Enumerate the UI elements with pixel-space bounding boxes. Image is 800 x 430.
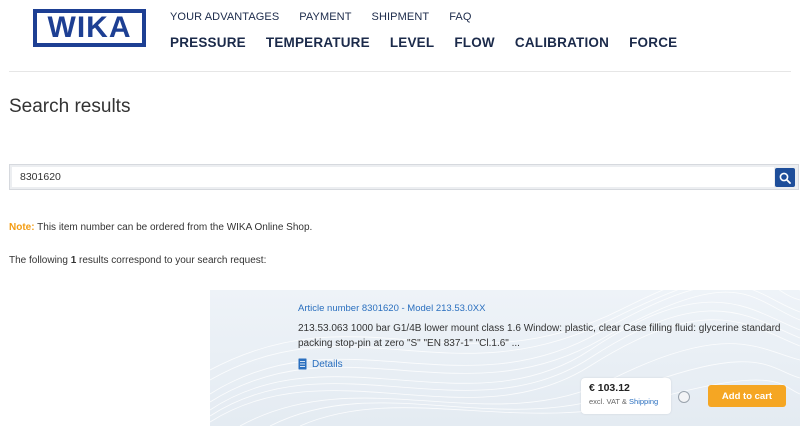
result-card: Article number 8301620 - Model 213.53.0X… bbox=[210, 290, 800, 426]
select-radio[interactable] bbox=[678, 391, 690, 403]
document-icon bbox=[298, 358, 307, 370]
note-text: This item number can be ordered from the… bbox=[34, 222, 313, 233]
price-box: € 103.12 excl. VAT & Shipping bbox=[581, 378, 671, 414]
search-icon bbox=[779, 172, 791, 184]
top-nav: YOUR ADVANTAGES PAYMENT SHIPMENT FAQ bbox=[170, 11, 472, 23]
header-divider bbox=[9, 71, 791, 72]
logo-inner: WIKA bbox=[41, 11, 138, 44]
note-label: Note: bbox=[9, 222, 35, 233]
page-title: Search results bbox=[9, 96, 131, 117]
wika-logo[interactable]: WIKA bbox=[33, 9, 146, 47]
search-input[interactable] bbox=[12, 167, 774, 187]
results-count: The following 1 results correspond to yo… bbox=[9, 255, 266, 266]
search-button[interactable] bbox=[775, 168, 795, 187]
price-value: € 103.12 bbox=[589, 382, 630, 394]
price-note-text: excl. VAT & bbox=[589, 397, 630, 406]
nav-your-advantages[interactable]: YOUR ADVANTAGES bbox=[170, 11, 279, 23]
article-description: 213.53.063 1000 bar G1/4B lower mount cl… bbox=[298, 323, 781, 349]
shipping-link[interactable]: Shipping bbox=[629, 397, 658, 406]
nav-faq[interactable]: FAQ bbox=[449, 11, 471, 23]
shop-note: Note: This item number can be ordered fr… bbox=[9, 222, 312, 233]
details-label: Details bbox=[312, 358, 343, 370]
logo-text: WIKA bbox=[47, 11, 132, 44]
nav-flow[interactable]: FLOW bbox=[454, 35, 495, 50]
details-link[interactable]: Details bbox=[298, 358, 343, 370]
nav-temperature[interactable]: TEMPERATURE bbox=[266, 35, 370, 50]
nav-calibration[interactable]: CALIBRATION bbox=[515, 35, 609, 50]
results-prefix: The following bbox=[9, 255, 71, 266]
nav-payment[interactable]: PAYMENT bbox=[299, 11, 351, 23]
nav-force[interactable]: FORCE bbox=[629, 35, 677, 50]
search-bar bbox=[9, 164, 799, 190]
nav-shipment[interactable]: SHIPMENT bbox=[372, 11, 430, 23]
add-to-cart-button[interactable]: Add to cart bbox=[708, 385, 786, 407]
add-to-cart-label: Add to cart bbox=[721, 390, 773, 402]
price-note: excl. VAT & Shipping bbox=[589, 397, 663, 406]
main-nav: PRESSURE TEMPERATURE LEVEL FLOW CALIBRAT… bbox=[170, 35, 677, 50]
nav-pressure[interactable]: PRESSURE bbox=[170, 35, 246, 50]
results-suffix: results correspond to your search reques… bbox=[76, 255, 267, 266]
article-link[interactable]: Article number 8301620 - Model 213.53.0X… bbox=[298, 303, 485, 314]
nav-level[interactable]: LEVEL bbox=[390, 35, 435, 50]
